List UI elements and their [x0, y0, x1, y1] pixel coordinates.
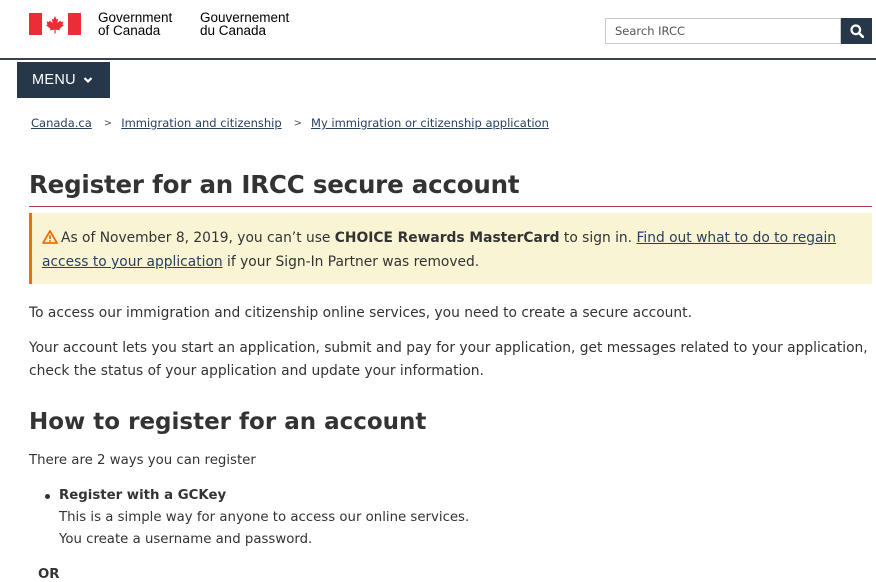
- section-intro: There are 2 ways you can register: [29, 453, 256, 468]
- register-options-list: Register with a GCKey This is a simple w…: [45, 485, 469, 551]
- breadcrumb-separator: >: [103, 117, 113, 129]
- search-input[interactable]: [605, 18, 841, 44]
- page-title: Register for an IRCC secure account: [29, 170, 520, 199]
- option-description: This is a simple way for anyone to acces…: [59, 510, 470, 525]
- chevron-down-icon: [83, 77, 93, 84]
- menu-button[interactable]: MENU: [17, 62, 110, 98]
- government-wordmark-en[interactable]: Government of Canada: [98, 11, 172, 38]
- intro-text: To access our immigration and citizenshi…: [29, 305, 692, 321]
- alert-highlight: CHOICE Rewards MasterCard: [334, 230, 560, 246]
- bullet: [45, 494, 50, 499]
- search-button[interactable]: [841, 18, 872, 44]
- details-text: Your account lets you start an applicati…: [29, 340, 868, 379]
- warning-icon: [42, 230, 58, 244]
- breadcrumb-link-my-application[interactable]: My immigration or citizenship applicatio…: [311, 116, 549, 130]
- option-title: Register with a GCKey: [59, 488, 227, 503]
- canada-flag-icon[interactable]: [29, 13, 81, 35]
- breadcrumb-link-immigration[interactable]: Immigration and citizenship: [121, 116, 281, 130]
- site-header: Government of Canada Gouvernement du Can…: [0, 0, 876, 60]
- menu-label: MENU: [32, 72, 76, 88]
- title-divider: [29, 206, 872, 207]
- option-description: You create a username and password.: [59, 532, 313, 547]
- alert-message: As of November 8, 2019, you can’t use CH…: [42, 230, 837, 270]
- government-wordmark-fr[interactable]: Gouvernement du Canada: [200, 11, 289, 38]
- or-separator: OR: [38, 567, 60, 582]
- section-heading: How to register for an account: [29, 409, 427, 435]
- breadcrumb: Canada.ca > Immigration and citizenship …: [31, 116, 549, 130]
- magnifier-icon: [849, 24, 864, 38]
- list-item: Register with a GCKey This is a simple w…: [45, 485, 469, 551]
- breadcrumb-link-canada[interactable]: Canada.ca: [31, 116, 92, 130]
- breadcrumb-separator: >: [293, 117, 303, 129]
- warning-alert: As of November 8, 2019, you can’t use CH…: [29, 213, 872, 284]
